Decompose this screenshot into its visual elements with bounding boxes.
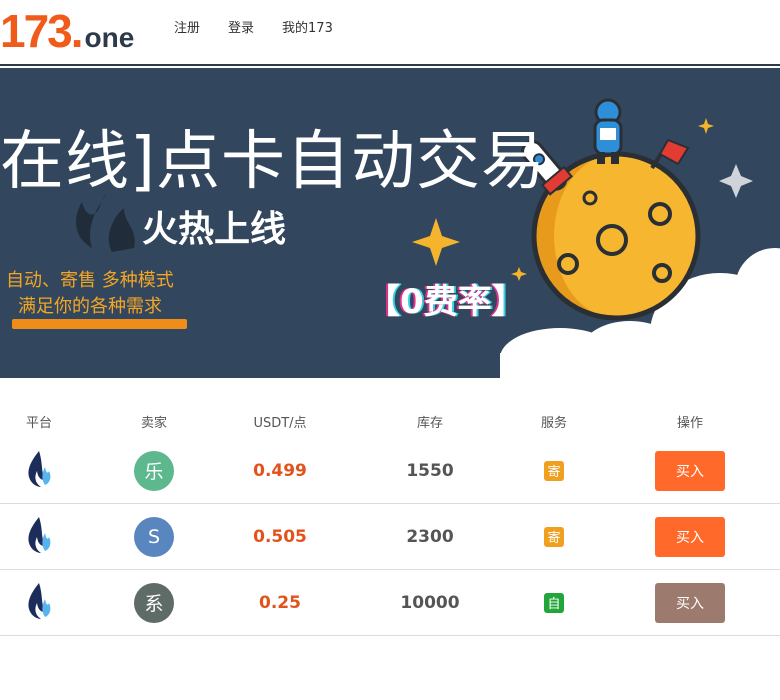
banner-subtitle: 火热上线 bbox=[142, 209, 287, 250]
astronaut-illustration bbox=[593, 98, 623, 164]
flame-logo-icon bbox=[25, 449, 53, 493]
stock-value: 10000 bbox=[400, 592, 460, 613]
banner-feature-line-1: 自动、寄售 多种模式 bbox=[6, 270, 174, 291]
site-header: 173. one 注册 登录 我的173 bbox=[0, 0, 780, 66]
site-logo[interactable]: 173. one bbox=[0, 4, 135, 57]
logo-tld: one bbox=[84, 22, 135, 53]
nav-register-link[interactable]: 注册 bbox=[174, 17, 200, 36]
banner-feature-line-2: 满足你的各种需求 bbox=[18, 296, 162, 317]
flame-logo-icon bbox=[25, 515, 53, 559]
seller-avatar[interactable]: 乐 bbox=[134, 450, 174, 491]
buy-button[interactable]: 买入 bbox=[655, 516, 725, 557]
service-badge: 自 bbox=[544, 592, 564, 613]
table-header: 平台 卖家 USDT/点 库存 服务 操作 bbox=[0, 400, 780, 438]
header-seller: 卖家 bbox=[140, 416, 168, 431]
service-badge: 寄 bbox=[544, 526, 564, 547]
header-service: 服务 bbox=[540, 416, 568, 431]
nav-my-account-link[interactable]: 我的173 bbox=[282, 17, 333, 36]
header-action: 操作 bbox=[676, 416, 704, 431]
buy-button[interactable]: 买入 bbox=[655, 582, 725, 623]
header-price: USDT/点 bbox=[253, 416, 307, 431]
stock-value: 1550 bbox=[406, 460, 454, 481]
service-badge: 寄 bbox=[544, 460, 564, 481]
promo-banner[interactable]: 在线]点卡自动交易 火热上线 自动、寄售 多种模式 满足你的各种需求 【0费率】 bbox=[0, 68, 780, 378]
flame-logo-icon bbox=[25, 581, 53, 625]
silver-star bbox=[719, 164, 753, 198]
logo-number: 173 bbox=[0, 5, 73, 57]
top-nav: 注册 登录 我的173 bbox=[174, 17, 333, 36]
price-value: 0.25 bbox=[259, 592, 301, 613]
logo-dot: . bbox=[70, 5, 84, 57]
price-value: 0.499 bbox=[253, 460, 307, 481]
seller-avatar[interactable]: 系 bbox=[134, 582, 174, 623]
buy-button[interactable]: 买入 bbox=[655, 450, 725, 491]
table-row: 系 0.25 10000 自 买入 bbox=[0, 570, 780, 636]
listing-table: 平台 卖家 USDT/点 库存 服务 操作 乐 0.499 1550 寄 买入 … bbox=[0, 400, 780, 636]
header-platform: 平台 bbox=[25, 416, 53, 431]
seller-avatar[interactable]: S bbox=[134, 516, 174, 557]
stock-value: 2300 bbox=[406, 526, 454, 547]
price-value: 0.505 bbox=[253, 526, 307, 547]
header-stock: 库存 bbox=[416, 416, 444, 431]
table-row: 乐 0.499 1550 寄 买入 bbox=[0, 438, 780, 504]
banner-underline bbox=[12, 319, 187, 329]
banner-zero-fee-text: 【0费率】 bbox=[366, 282, 526, 322]
nav-login-link[interactable]: 登录 bbox=[228, 17, 254, 36]
table-row: S 0.505 2300 寄 买入 bbox=[0, 504, 780, 570]
banner-title: 在线]点卡自动交易 bbox=[0, 125, 546, 199]
